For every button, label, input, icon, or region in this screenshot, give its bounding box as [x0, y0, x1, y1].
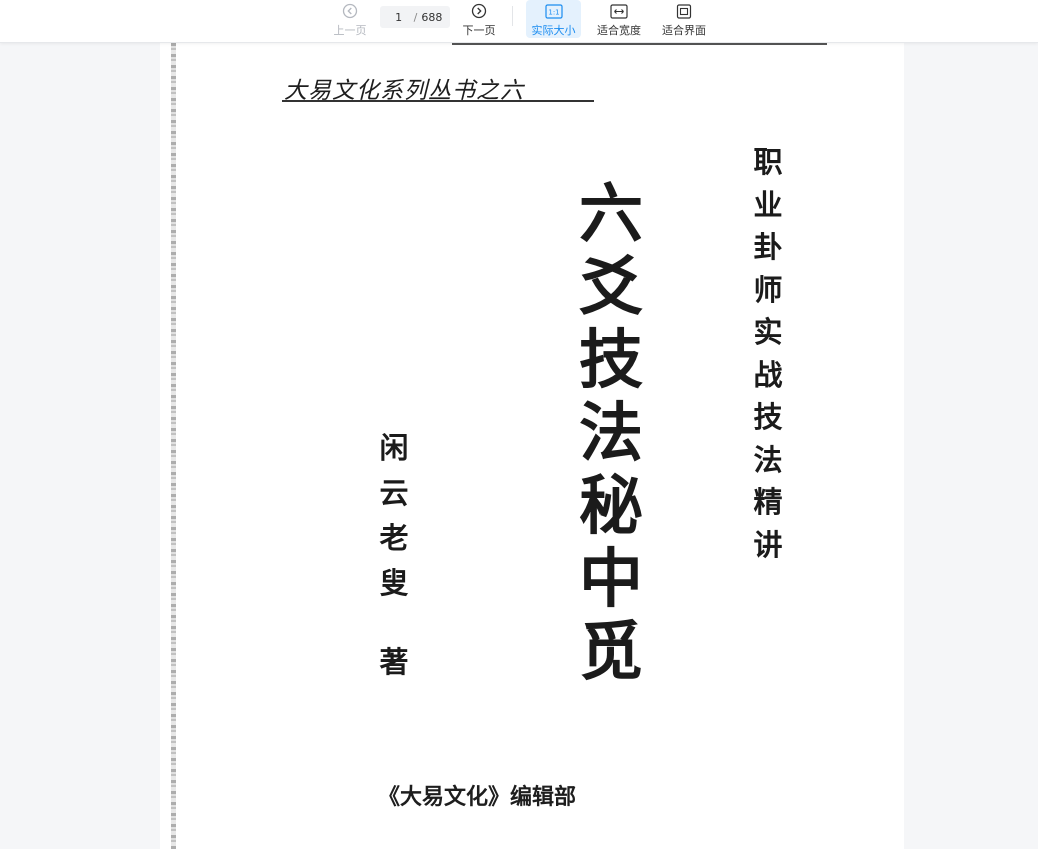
fit-page-label: 适合界面 [662, 24, 706, 37]
page-separator: / [413, 10, 418, 24]
title-char: 秘 [579, 469, 643, 544]
subtitle-char: 法 [753, 442, 783, 477]
subtitle-char: 师 [753, 272, 783, 307]
title-char: 六 [579, 177, 643, 252]
author-role: 著 [379, 645, 409, 679]
subtitle-char: 实 [753, 315, 783, 349]
title-char: 爻 [579, 250, 643, 325]
title-char: 法 [579, 396, 643, 471]
subtitle-char: 精 [753, 485, 783, 519]
subtitle-char: 业 [753, 187, 783, 222]
scan-edge-artifact [171, 43, 176, 849]
subtitle-char: 职 [753, 145, 783, 179]
subtitle-char: 卦 [753, 230, 783, 264]
total-pages: 688 [421, 10, 443, 24]
subtitle-char: 技 [753, 400, 783, 434]
chevron-right-circle-icon [471, 2, 487, 20]
document-page: 大易文化系列丛书之六 职 业 卦 师 实 战 技 法 精 讲 六 爻 技 法 秘… [160, 43, 904, 849]
actual-size-label: 实际大小 [531, 24, 576, 37]
top-rule [452, 43, 827, 45]
author-char: 叟 [379, 566, 409, 600]
author-char: 云 [379, 476, 409, 510]
series-underline [282, 100, 594, 102]
subtitle-char: 讲 [753, 527, 783, 562]
fit-width-button[interactable]: 适合宽度 [592, 0, 646, 38]
toolbar-divider [512, 6, 513, 26]
fit-width-label: 适合宽度 [597, 24, 641, 37]
actual-size-glyph: 1:1 [548, 8, 559, 16]
actual-size-icon: 1:1 [544, 2, 563, 20]
actual-size-button[interactable]: 1:1 实际大小 [526, 0, 581, 38]
author-char: 老 [379, 521, 409, 555]
page-indicator: 1 / 688 [380, 6, 450, 28]
next-page-label: 下一页 [462, 24, 496, 37]
next-page-button[interactable]: 下一页 [456, 0, 502, 38]
fit-width-icon [610, 2, 628, 20]
author-char: 闲 [379, 431, 409, 465]
chevron-left-circle-icon [342, 2, 358, 20]
publisher-line: 《大易文化》编辑部 [378, 784, 577, 810]
viewer-toolbar: 上一页 1 / 688 下一页 1:1 实际大小 适合宽度 适合界面 [0, 0, 1038, 43]
subtitle-vertical: 职 业 卦 师 实 战 技 法 精 讲 [748, 141, 788, 566]
book-title-vertical: 六 爻 技 法 秘 中 觅 [568, 178, 654, 689]
fit-page-button[interactable]: 适合界面 [656, 0, 712, 38]
subtitle-char: 战 [753, 357, 783, 392]
current-page-input[interactable]: 1 [388, 11, 410, 24]
previous-page-label: 上一页 [333, 24, 367, 37]
fit-page-icon [676, 2, 692, 20]
title-char: 觅 [579, 615, 643, 690]
title-char: 技 [579, 323, 643, 398]
title-char: 中 [579, 542, 643, 617]
previous-page-button[interactable]: 上一页 [328, 0, 372, 38]
author-vertical: 闲 云 老 叟 著 [374, 426, 414, 685]
